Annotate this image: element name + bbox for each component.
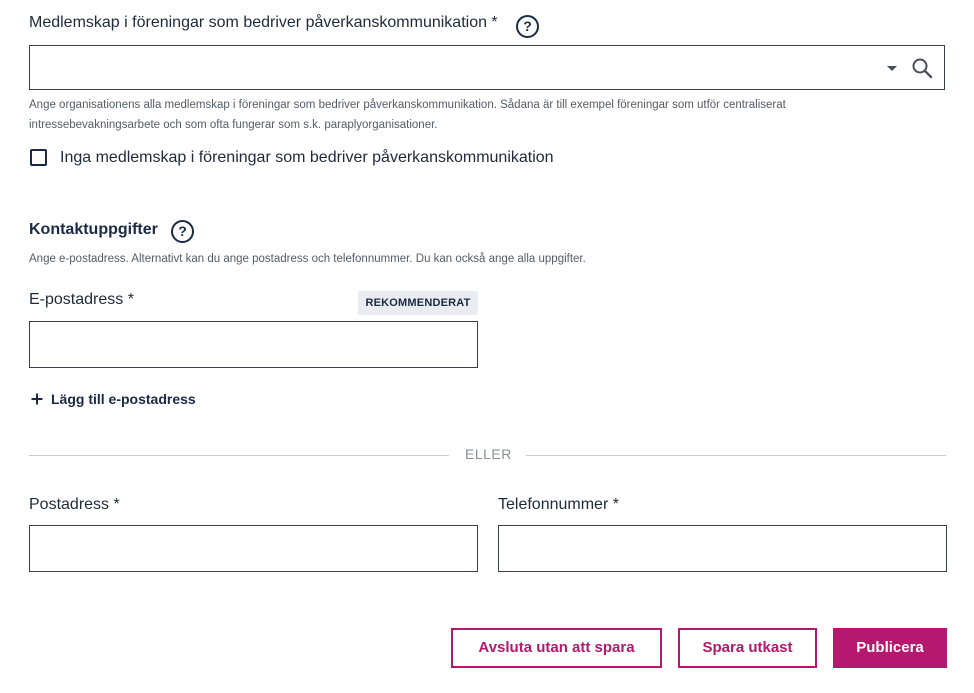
- save-draft-button[interactable]: Spara utkast: [678, 628, 817, 668]
- help-glyph: ?: [178, 223, 187, 239]
- email-input[interactable]: [29, 321, 478, 368]
- search-icon[interactable]: [911, 57, 933, 79]
- postal-address-label: Postadress *: [29, 496, 120, 513]
- add-email-link-label: Lägg till e-postadress: [51, 391, 196, 407]
- memberships-hint: Ange organisationens alla medlemskap i f…: [29, 95, 949, 135]
- publish-button[interactable]: Publicera: [833, 628, 947, 668]
- memberships-hint-line-2: intressebevakningsarbete och som ofta fu…: [29, 119, 438, 131]
- phone-input[interactable]: [498, 525, 947, 572]
- email-label: E-postadress *: [29, 291, 134, 308]
- contact-help-icon[interactable]: ?: [171, 220, 194, 243]
- memberships-combobox[interactable]: [29, 45, 945, 90]
- contact-section-title: Kontaktuppgifter: [29, 221, 158, 238]
- recommended-badge: REKOMMENDERAT: [358, 291, 478, 315]
- or-divider-left: [29, 455, 449, 456]
- exit-without-saving-button[interactable]: Avsluta utan att spara: [451, 628, 662, 668]
- or-divider-right: [526, 455, 946, 456]
- no-memberships-checkbox[interactable]: [30, 149, 47, 166]
- postal-address-input[interactable]: [29, 525, 478, 572]
- phone-label: Telefonnummer *: [498, 496, 619, 513]
- contact-hint: Ange e-postadress. Alternativt kan du an…: [29, 253, 586, 265]
- no-memberships-checkbox-label[interactable]: Inga medlemskap i föreningar som bedrive…: [60, 149, 554, 167]
- help-glyph: ?: [523, 18, 532, 34]
- or-separator: ELLER: [465, 446, 512, 462]
- plus-icon: [31, 393, 43, 405]
- memberships-hint-line-1: Ange organisationens alla medlemskap i f…: [29, 99, 786, 111]
- memberships-label: Medlemskap i föreningar som bedriver påv…: [29, 14, 498, 31]
- add-email-link[interactable]: Lägg till e-postadress: [31, 391, 196, 407]
- memberships-help-icon[interactable]: ?: [516, 15, 539, 38]
- chevron-down-icon[interactable]: [887, 66, 897, 71]
